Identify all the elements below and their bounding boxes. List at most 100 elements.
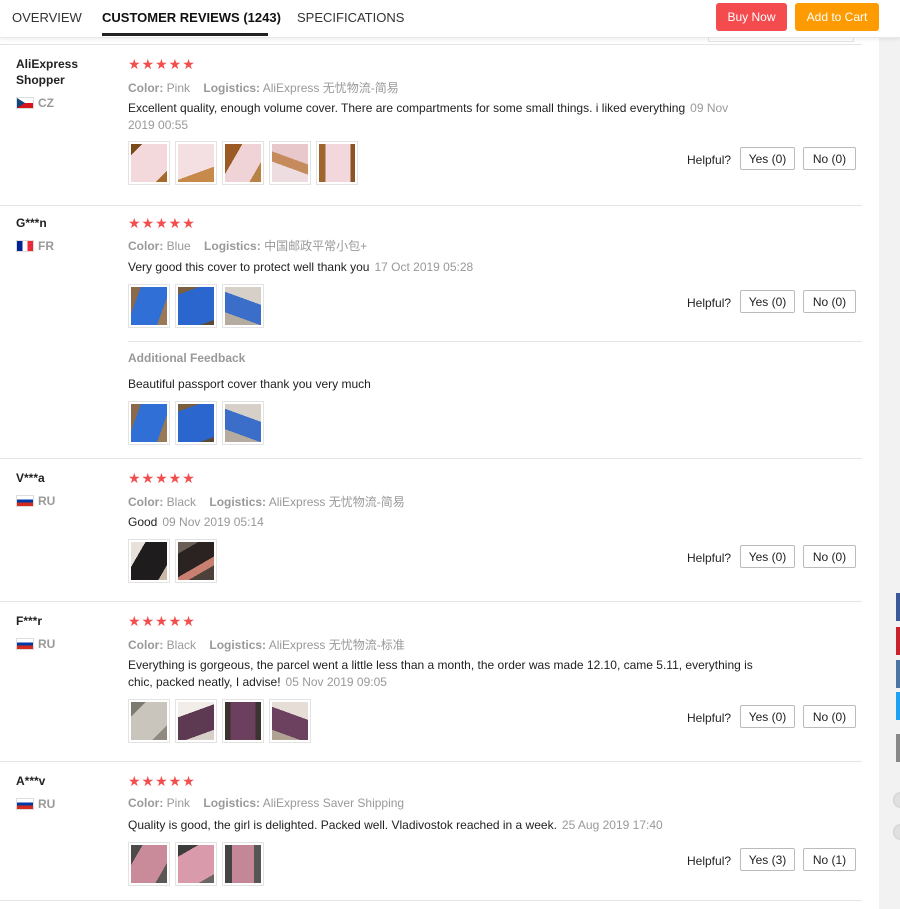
review-photo[interactable] <box>128 539 170 583</box>
logistics-value: AliExpress 无忧物流-标准 <box>268 638 405 652</box>
additional-feedback-photos <box>128 401 264 445</box>
review-photo[interactable] <box>128 401 170 445</box>
color-label: Color: <box>128 495 164 509</box>
tab-customer-reviews[interactable]: CUSTOMER REVIEWS (1243) <box>102 10 281 25</box>
review-photo[interactable] <box>128 699 170 743</box>
review-body: Quality is good, the girl is delighted. … <box>128 818 557 832</box>
order-info: Color: Pink Logistics: AliExpress 无忧物流-简… <box>128 79 399 96</box>
review-body: Everything is gorgeous, the parcel went … <box>128 658 753 689</box>
tab-specifications[interactable]: SPECIFICATIONS <box>297 10 404 25</box>
buy-now-button[interactable]: Buy Now <box>716 3 787 31</box>
review-photo[interactable] <box>222 141 264 185</box>
star-rating: ★★★★★ <box>128 773 196 789</box>
review-photo[interactable] <box>128 141 170 185</box>
tab-overview[interactable]: OVERVIEW <box>12 10 82 25</box>
logistics-label: Logistics: <box>203 81 261 95</box>
color-label: Color: <box>128 239 164 253</box>
review-photo[interactable] <box>128 842 170 886</box>
review-photo[interactable] <box>175 699 217 743</box>
logistics-value: AliExpress Saver Shipping <box>262 796 405 810</box>
logistics-label: Logistics: <box>204 239 261 253</box>
review-text: Quality is good, the girl is delighted. … <box>128 817 768 834</box>
review-photo[interactable] <box>175 284 217 328</box>
order-info: Color: Pink Logistics: AliExpress Saver … <box>128 796 404 810</box>
reviewer-country: RU <box>16 637 55 651</box>
helpful-label: Helpful? <box>687 153 732 167</box>
country-code: RU <box>38 494 56 508</box>
review-photos <box>128 141 358 185</box>
review-text: Excellent quality, enough volume cover. … <box>128 100 753 134</box>
order-info: Color: Blue Logistics: 中国邮政平常小包+ <box>128 237 367 254</box>
twitter-share-icon[interactable] <box>896 692 900 720</box>
star-rating: ★★★★★ <box>128 613 196 629</box>
review-body: Very good this cover to protect well tha… <box>128 260 370 274</box>
review-photos <box>128 699 311 743</box>
color-value: Pink <box>166 796 191 810</box>
logistics-label: Logistics: <box>209 638 267 652</box>
helpful-label: Helpful? <box>687 711 732 725</box>
review-item: F***r RU ★★★★★ Color: Black Logistics: A… <box>0 602 862 762</box>
review-photo[interactable] <box>222 842 264 886</box>
add-to-cart-button[interactable]: Add to Cart <box>795 3 879 31</box>
review-date: 05 Nov 2019 09:05 <box>285 675 387 689</box>
country-code: FR <box>38 239 54 253</box>
review-photos <box>128 539 217 583</box>
review-photo[interactable] <box>222 284 264 328</box>
star-rating: ★★★★★ <box>128 56 196 72</box>
cz-flag-icon <box>16 97 34 109</box>
ru-flag-icon <box>16 798 34 810</box>
review-date: 09 Nov 2019 05:14 <box>162 515 264 529</box>
color-value: Black <box>166 638 197 652</box>
review-text: Very good this cover to protect well tha… <box>128 259 768 276</box>
country-code: RU <box>38 637 56 651</box>
helpful-label: Helpful? <box>687 296 732 310</box>
country-code: CZ <box>38 96 54 110</box>
reviewer-country: FR <box>16 239 54 253</box>
more-share-icon[interactable] <box>896 734 900 762</box>
review-photo[interactable] <box>316 141 358 185</box>
reviewer-name: V***a <box>16 471 45 485</box>
active-tab-indicator <box>102 33 268 36</box>
logistics-label: Logistics: <box>203 796 261 810</box>
helpful-no-button[interactable]: No (0) <box>803 290 856 313</box>
pinterest-share-icon[interactable] <box>896 627 900 655</box>
logistics-value: 中国邮政平常小包+ <box>264 239 368 253</box>
star-rating: ★★★★★ <box>128 470 196 486</box>
facebook-share-icon[interactable] <box>896 593 900 621</box>
helpful-yes-button[interactable]: Yes (0) <box>740 290 795 313</box>
review-photo[interactable] <box>175 141 217 185</box>
helpful-yes-button[interactable]: Yes (0) <box>740 705 795 728</box>
page-scroll-gutter <box>879 37 900 909</box>
helpful-yes-button[interactable]: Yes (0) <box>740 147 795 170</box>
reviewer-name: F***r <box>16 614 43 628</box>
review-photo[interactable] <box>269 699 311 743</box>
color-value: Pink <box>166 81 191 95</box>
color-label: Color: <box>128 81 164 95</box>
additional-feedback-text: Beautiful passport cover thank you very … <box>128 377 371 391</box>
review-photo[interactable] <box>175 401 217 445</box>
review-photo[interactable] <box>128 284 170 328</box>
helpful-no-button[interactable]: No (1) <box>803 848 856 871</box>
fr-flag-icon <box>16 240 34 252</box>
star-rating: ★★★★★ <box>128 215 196 231</box>
review-photos <box>128 842 264 886</box>
reviewer-country: RU <box>16 494 55 508</box>
review-photo[interactable] <box>175 842 217 886</box>
helpful-no-button[interactable]: No (0) <box>803 545 856 568</box>
reviewer-country: CZ <box>16 96 54 110</box>
country-code: RU <box>38 797 56 811</box>
helpful-no-button[interactable]: No (0) <box>803 705 856 728</box>
logistics-value: AliExpress 无忧物流-简易 <box>262 81 399 95</box>
helpful-no-button[interactable]: No (0) <box>803 147 856 170</box>
color-value: Black <box>166 495 197 509</box>
review-photo[interactable] <box>222 699 264 743</box>
review-photo[interactable] <box>269 141 311 185</box>
helpful-yes-button[interactable]: Yes (0) <box>740 545 795 568</box>
reviewer-name: G***n <box>16 216 47 230</box>
reviewer-name: AliExpress Shopper <box>16 57 79 87</box>
vk-share-icon[interactable] <box>896 660 900 688</box>
review-photo[interactable] <box>222 401 264 445</box>
helpful-yes-button[interactable]: Yes (3) <box>740 848 795 871</box>
logistics-value: AliExpress 无忧物流-简易 <box>268 495 405 509</box>
review-photo[interactable] <box>175 539 217 583</box>
